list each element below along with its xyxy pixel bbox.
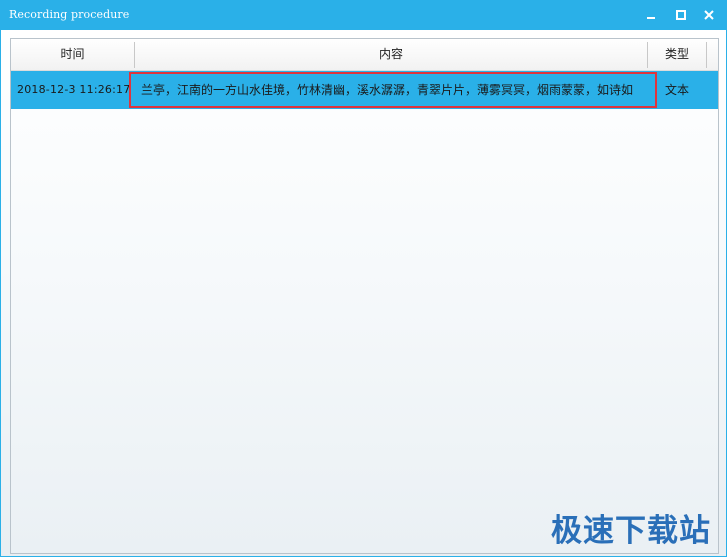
table-row[interactable]: 2018-12-3 11:26:17 兰亭，江南的一方山水佳境，竹林清幽，溪水潺… bbox=[11, 71, 718, 109]
maximize-button[interactable] bbox=[670, 5, 692, 25]
column-header-content[interactable]: 内容 bbox=[135, 39, 647, 70]
close-icon bbox=[704, 10, 714, 20]
table-header: 时间 内容 类型 bbox=[11, 39, 718, 71]
column-header-time[interactable]: 时间 bbox=[11, 39, 134, 70]
cell-time: 2018-12-3 11:26:17 bbox=[17, 83, 131, 96]
column-header-type[interactable]: 类型 bbox=[648, 39, 706, 70]
column-divider[interactable] bbox=[706, 42, 707, 68]
window-client-area: 时间 内容 类型 2018-12-3 11:26:17 兰亭，江南的一方山水佳境… bbox=[1, 30, 726, 556]
window-title: Recording procedure bbox=[9, 8, 130, 21]
cell-type: 文本 bbox=[664, 83, 689, 97]
maximize-icon bbox=[676, 10, 686, 20]
close-button[interactable] bbox=[698, 5, 720, 25]
cell-content-highlighted: 兰亭，江南的一方山水佳境，竹林清幽，溪水潺潺，青翠片片，薄雾冥冥，烟雨蒙蒙，如诗… bbox=[129, 72, 657, 108]
record-table[interactable]: 时间 内容 类型 2018-12-3 11:26:17 兰亭，江南的一方山水佳境… bbox=[10, 38, 719, 554]
site-watermark: 极速下载站 bbox=[551, 513, 711, 549]
minimize-icon bbox=[647, 17, 655, 19]
minimize-button[interactable] bbox=[640, 5, 662, 25]
title-bar[interactable]: Recording procedure bbox=[0, 0, 727, 30]
